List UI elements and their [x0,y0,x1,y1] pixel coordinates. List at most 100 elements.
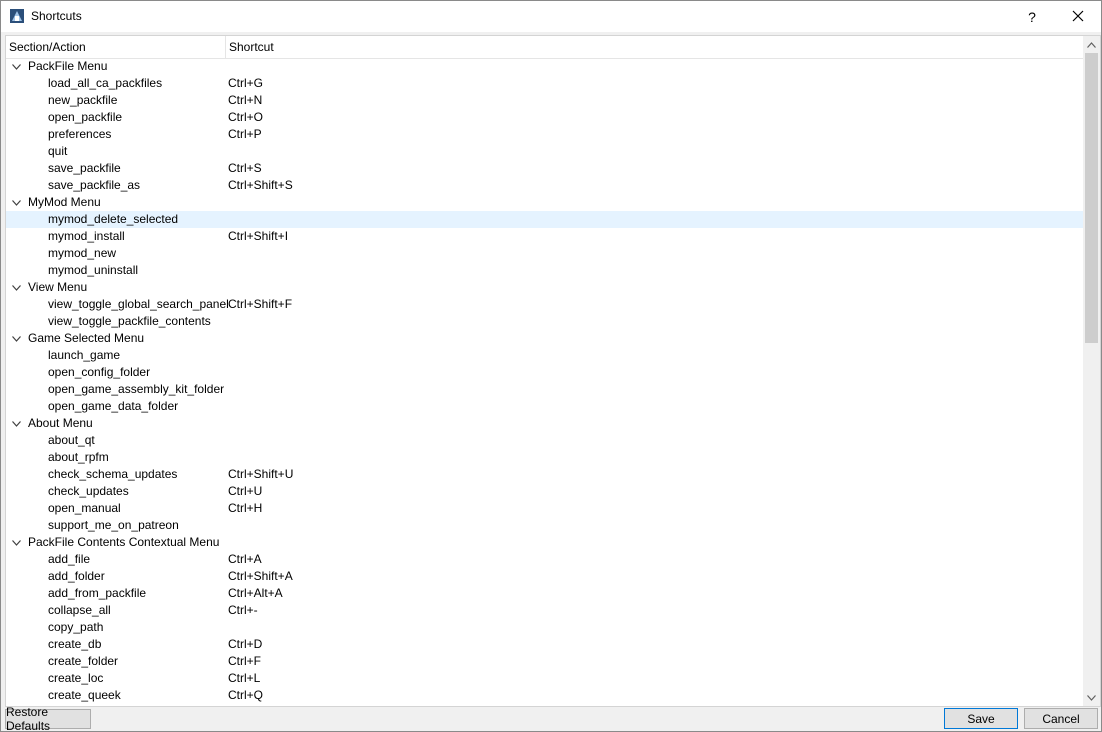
action-label: quit [48,144,68,158]
tree-section-row[interactable]: MyMod Menu [6,194,1083,211]
tree-action-row[interactable]: open_packfile Ctrl+O [6,109,1083,126]
shortcut-value[interactable]: Ctrl+Shift+F [228,296,292,313]
tree-action-row[interactable]: copy_path [6,619,1083,636]
tree-action-row[interactable]: create_loc Ctrl+L [6,670,1083,687]
shortcut-value[interactable]: Ctrl+O [228,109,263,126]
tree-section-row[interactable]: PackFile Contents Contextual Menu [6,534,1083,551]
tree-action-row[interactable]: open_game_data_folder [6,398,1083,415]
section-label: PackFile Menu [28,59,108,73]
shortcuts-tree[interactable]: Section/Action Shortcut PackFile Menu loa… [5,35,1101,707]
tree-action-row[interactable]: check_updates Ctrl+U [6,483,1083,500]
tree-action-row[interactable]: collapse_all Ctrl+- [6,602,1083,619]
shortcuts-dialog: Shortcuts ? Section/Action Shortcut Pack… [0,0,1102,732]
tree-action-row[interactable]: launch_game [6,347,1083,364]
shortcut-value[interactable]: Ctrl+Q [228,687,263,704]
action-label: check_schema_updates [48,467,178,481]
tree-section-row[interactable]: About Menu [6,415,1083,432]
tree-action-row[interactable]: load_all_ca_packfiles Ctrl+G [6,75,1083,92]
chevron-down-icon[interactable] [9,58,23,75]
cancel-button[interactable]: Cancel [1024,708,1098,729]
chevron-down-icon[interactable] [9,279,23,296]
action-label: open_manual [48,501,121,515]
tree-action-row[interactable]: about_rpfm [6,449,1083,466]
action-label: check_updates [48,484,129,498]
tree-action-row[interactable]: mymod_uninstall [6,262,1083,279]
action-label: copy_path [48,620,104,634]
tree-action-row[interactable]: create_folder Ctrl+F [6,653,1083,670]
shortcut-value[interactable]: Ctrl+Shift+S [228,177,293,194]
restore-defaults-button[interactable]: Restore Defaults [5,705,91,731]
shortcut-value[interactable]: Ctrl+N [228,92,262,109]
chevron-down-icon[interactable] [9,194,23,211]
shortcut-value[interactable]: Ctrl+P [228,126,262,143]
vertical-scrollbar[interactable] [1083,36,1100,706]
shortcut-value[interactable]: Ctrl+Shift+U [228,466,293,483]
tree-section-row[interactable]: Game Selected Menu [6,330,1083,347]
tree-action-row[interactable]: support_me_on_patreon [6,517,1083,534]
scrollbar-thumb[interactable] [1085,53,1098,343]
tree-action-row[interactable]: mymod_delete_selected [6,211,1083,228]
tree-rows: PackFile Menu load_all_ca_packfiles Ctrl+G… [6,58,1083,704]
section-label: View Menu [28,280,88,294]
section-label: About Menu [28,416,93,430]
tree-section-row[interactable]: View Menu [6,279,1083,296]
shortcut-value[interactable]: Ctrl+L [228,670,260,687]
tree-action-row[interactable]: new_packfile Ctrl+N [6,92,1083,109]
tree-action-row[interactable]: create_queek Ctrl+Q [6,687,1083,704]
chevron-down-icon[interactable] [9,534,23,551]
action-label: launch_game [48,348,121,362]
scroll-down-arrow-icon[interactable] [1083,689,1100,706]
shortcut-value[interactable]: Ctrl+Shift+I [228,228,288,245]
tree-action-row[interactable]: save_packfile Ctrl+S [6,160,1083,177]
action-label: open_packfile [48,110,123,124]
action-label: create_db [48,637,102,651]
tree-action-row[interactable]: view_toggle_packfile_contents [6,313,1083,330]
close-button[interactable] [1055,1,1101,32]
column-header-action[interactable]: Section/Action [9,40,86,54]
help-button[interactable]: ? [1009,1,1055,32]
shortcut-value[interactable]: Ctrl+Alt+A [228,585,283,602]
tree-action-row[interactable]: about_qt [6,432,1083,449]
action-label: create_folder [48,654,119,668]
chevron-down-icon[interactable] [9,415,23,432]
tree-action-row[interactable]: open_config_folder [6,364,1083,381]
tree-action-row[interactable]: create_db Ctrl+D [6,636,1083,653]
tree-action-row[interactable]: add_from_packfile Ctrl+Alt+A [6,585,1083,602]
tree-action-row[interactable]: add_folder Ctrl+Shift+A [6,568,1083,585]
shortcut-value[interactable]: Ctrl+A [228,551,262,568]
action-label: add_file [48,552,91,566]
tree-action-row[interactable]: save_packfile_as Ctrl+Shift+S [6,177,1083,194]
column-header-shortcut[interactable]: Shortcut [229,40,274,54]
shortcut-value[interactable]: Ctrl+Shift+A [228,568,293,585]
shortcut-value[interactable]: Ctrl+- [228,602,258,619]
shortcut-value[interactable]: Ctrl+D [228,636,262,653]
tree-action-row[interactable]: preferences Ctrl+P [6,126,1083,143]
shortcut-value[interactable]: Ctrl+H [228,500,262,517]
tree-action-row[interactable]: add_file Ctrl+A [6,551,1083,568]
action-label: open_config_folder [48,365,151,379]
scroll-up-arrow-icon[interactable] [1083,36,1100,53]
tree-section-row[interactable]: PackFile Menu [6,58,1083,75]
shortcut-value[interactable]: Ctrl+G [228,75,263,92]
window-title: Shortcuts [31,9,82,23]
shortcut-value[interactable]: Ctrl+S [228,160,262,177]
column-separator[interactable] [225,36,226,58]
chevron-down-icon[interactable] [9,330,23,347]
action-label: preferences [48,127,112,141]
action-label: add_from_packfile [48,586,147,600]
action-label: mymod_uninstall [48,263,139,277]
tree-action-row[interactable]: check_schema_updates Ctrl+Shift+U [6,466,1083,483]
action-label: create_loc [48,671,104,685]
shortcut-value[interactable]: Ctrl+U [228,483,262,500]
tree-action-row[interactable]: mymod_install Ctrl+Shift+I [6,228,1083,245]
tree-action-row[interactable]: view_toggle_global_search_panel Ctrl+Shif… [6,296,1083,313]
section-label: PackFile Contents Contextual Menu [28,535,220,549]
shortcut-value[interactable]: Ctrl+F [228,653,261,670]
action-label: support_me_on_patreon [48,518,179,532]
tree-action-row[interactable]: quit [6,143,1083,160]
action-label: mymod_install [48,229,125,243]
save-button[interactable]: Save [944,708,1018,729]
tree-action-row[interactable]: mymod_new [6,245,1083,262]
tree-action-row[interactable]: open_game_assembly_kit_folder [6,381,1083,398]
tree-action-row[interactable]: open_manual Ctrl+H [6,500,1083,517]
